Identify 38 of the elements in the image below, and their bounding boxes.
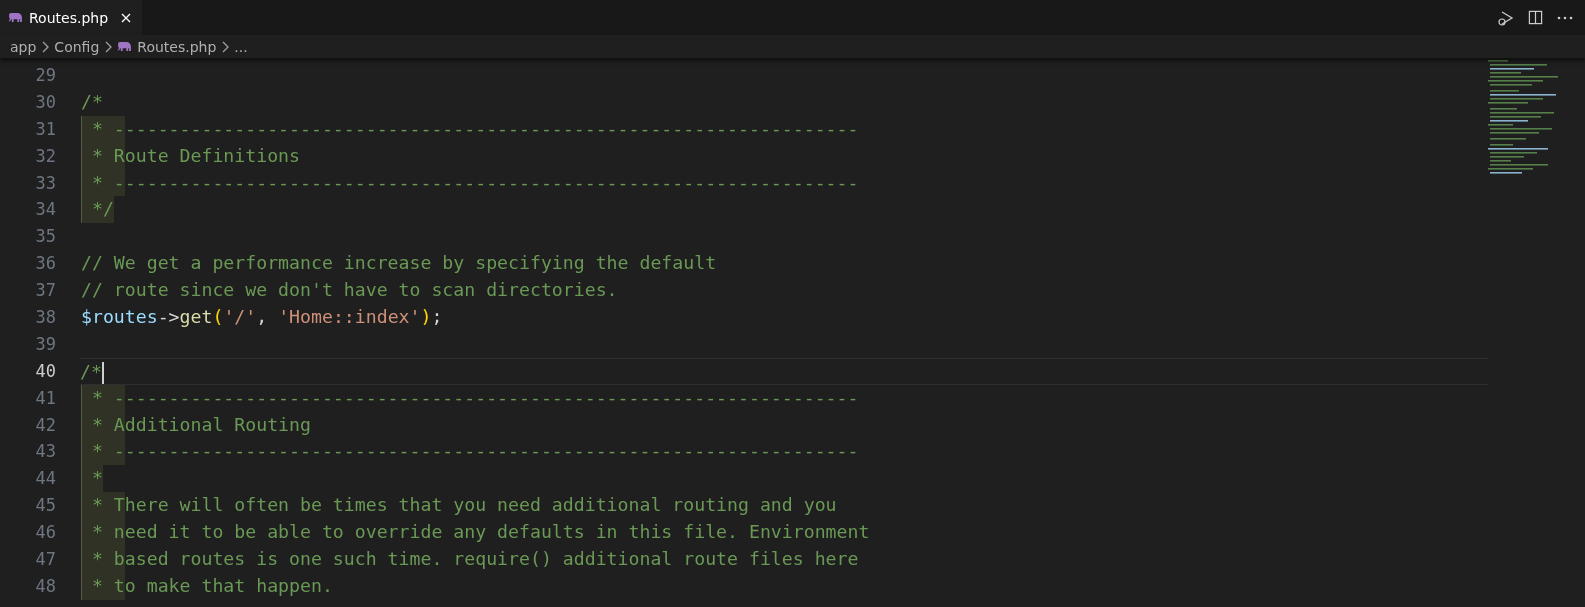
line-number: 29 [34, 64, 56, 87]
chevron-icon [221, 40, 230, 53]
chevron-icon [41, 40, 50, 53]
php-file-icon [117, 41, 133, 52]
breadcrumb-item[interactable]: ... [234, 38, 248, 55]
code-line: $routes->get('/', 'Home::index'); [81, 305, 444, 329]
breadcrumb-item[interactable]: app [10, 38, 37, 55]
line-number: 37 [34, 279, 56, 303]
line-number: 41 [34, 386, 56, 410]
line-number: 33 [34, 171, 56, 195]
line-number: 47 [34, 548, 56, 572]
line-number: 30 [34, 90, 56, 114]
line-number: 44 [34, 467, 56, 491]
more-icon[interactable] [1557, 15, 1573, 20]
split-editor-icon[interactable] [1528, 10, 1543, 25]
close-icon[interactable] [120, 11, 133, 24]
code-line: /* [80, 357, 1488, 385]
line-number: 35 [34, 225, 56, 249]
breadcrumb-item[interactable]: Routes.php [137, 38, 217, 55]
line-number: 32 [34, 144, 56, 168]
line-number: 43 [34, 440, 56, 464]
chevron-icon [104, 40, 113, 53]
line-number: 46 [34, 521, 56, 545]
line-number: 31 [34, 117, 56, 141]
breadcrumb-item[interactable]: Config [54, 38, 100, 55]
line-number: 38 [34, 306, 56, 329]
line-number: 34 [34, 198, 56, 222]
file-tab[interactable]: Routes.php [0, 0, 143, 35]
line-number: 36 [34, 252, 56, 276]
line-number: 42 [34, 413, 56, 437]
php-file-icon [8, 12, 23, 23]
line-number: 48 [34, 574, 56, 598]
line-number: 39 [34, 332, 56, 356]
line-number: 40 [34, 359, 56, 383]
line-number: 45 [34, 494, 56, 518]
code-line: /* [81, 89, 104, 114]
code-line: // We get a performance increase by specifying the default [81, 251, 718, 276]
code-line: // route since we don't have to scan directories. [81, 278, 619, 303]
